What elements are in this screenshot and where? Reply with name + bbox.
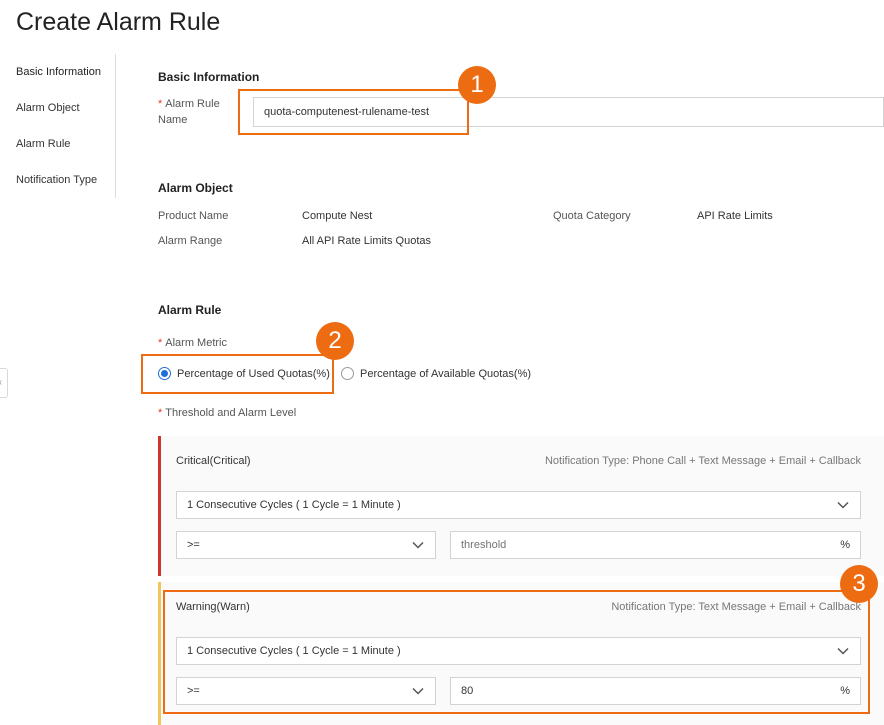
product-name-value: Compute Nest [302, 210, 373, 222]
alarm-metric-label: * Alarm Metric [158, 337, 228, 349]
quota-category-value: API Rate Limits [697, 210, 773, 222]
warning-threshold-unit: % [840, 685, 850, 697]
callout-badge-1: 1 [458, 66, 496, 104]
quota-category-label: Quota Category [553, 210, 631, 222]
critical-level-bar [158, 436, 161, 576]
chevron-down-icon [837, 647, 849, 655]
side-nav: Basic Information Alarm Object Alarm Rul… [0, 54, 116, 198]
side-nav-item-alarm-object[interactable]: Alarm Object [16, 102, 80, 114]
warning-notification-type: Notification Type: Text Message + Email … [611, 601, 861, 613]
chevron-down-icon [412, 541, 424, 549]
rule-name-label-line2: Name [158, 114, 188, 126]
alarm-object-title: Alarm Object [158, 181, 233, 195]
product-name-label: Product Name [158, 210, 229, 222]
threshold-label: * Threshold and Alarm Level [158, 407, 297, 419]
warning-level-name: Warning(Warn) [176, 601, 250, 613]
alarm-range-value: All API Rate Limits Quotas [302, 235, 431, 247]
basic-information-title: Basic Information [158, 70, 260, 84]
critical-threshold-unit: % [840, 539, 850, 551]
radio-used-quotas-label: Percentage of Used Quotas(%) [177, 367, 330, 380]
required-mark: * [158, 407, 163, 419]
warning-level-card: Warning(Warn) Notification Type: Text Me… [158, 582, 884, 725]
warning-operator-value: >= [187, 685, 200, 697]
warning-operator-select[interactable]: >= [176, 677, 436, 705]
critical-threshold-input[interactable] [461, 539, 801, 551]
warning-threshold-field[interactable]: % [450, 677, 861, 705]
required-mark: * [158, 337, 163, 349]
collapse-sidebar-button[interactable]: ‹ [0, 368, 8, 398]
critical-notification-type: Notification Type: Phone Call + Text Mes… [544, 455, 861, 467]
critical-threshold-field[interactable]: % [450, 531, 861, 559]
alarm-range-label: Alarm Range [158, 235, 223, 247]
rule-name-input[interactable] [253, 97, 884, 127]
radio-unchecked-icon [341, 367, 354, 380]
chevron-down-icon [837, 501, 849, 509]
radio-checked-icon [158, 367, 171, 380]
chevron-down-icon [412, 687, 424, 695]
side-nav-item-alarm-rule[interactable]: Alarm Rule [16, 138, 70, 150]
critical-operator-value: >= [187, 539, 200, 551]
page-title: Create Alarm Rule [16, 8, 221, 36]
critical-cycles-value: 1 Consecutive Cycles ( 1 Cycle = 1 Minut… [187, 499, 401, 511]
callout-badge-3: 3 [840, 565, 878, 603]
radio-available-quotas[interactable]: Percentage of Available Quotas(%) [341, 367, 531, 380]
critical-cycles-select[interactable]: 1 Consecutive Cycles ( 1 Cycle = 1 Minut… [176, 491, 861, 519]
critical-operator-select[interactable]: >= [176, 531, 436, 559]
rule-name-label: * Alarm Rule [158, 98, 220, 110]
callout-badge-2: 2 [316, 322, 354, 360]
radio-used-quotas[interactable]: Percentage of Used Quotas(%) [158, 367, 330, 380]
warning-cycles-select[interactable]: 1 Consecutive Cycles ( 1 Cycle = 1 Minut… [176, 637, 861, 665]
warning-level-bar [158, 582, 161, 725]
chevron-left-icon: ‹ [0, 377, 2, 388]
radio-available-quotas-label: Percentage of Available Quotas(%) [360, 367, 532, 380]
side-nav-item-basic-information[interactable]: Basic Information [16, 66, 101, 78]
warning-cycles-value: 1 Consecutive Cycles ( 1 Cycle = 1 Minut… [187, 645, 401, 657]
side-nav-item-notification-type[interactable]: Notification Type [16, 174, 97, 186]
critical-level-name: Critical(Critical) [176, 455, 251, 467]
warning-threshold-input[interactable] [461, 685, 801, 697]
critical-level-card: Critical(Critical) Notification Type: Ph… [158, 436, 884, 576]
required-mark: * [158, 98, 163, 110]
alarm-rule-title: Alarm Rule [158, 303, 222, 317]
